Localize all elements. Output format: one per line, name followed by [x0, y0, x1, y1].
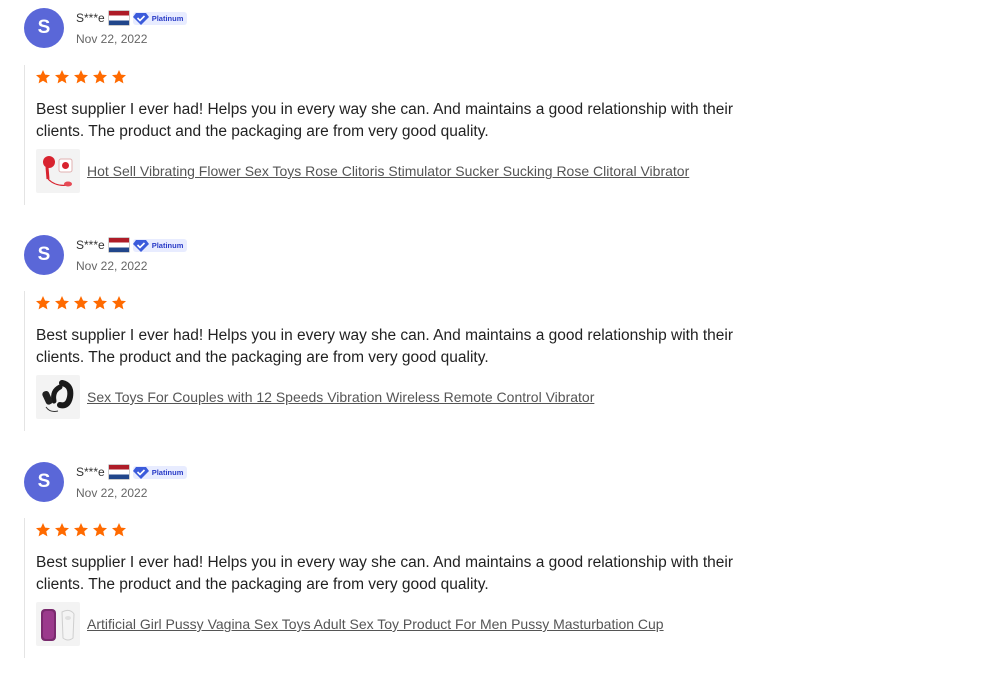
star-icon — [55, 296, 69, 310]
review-body: Best supplier I ever had! Helps you in e… — [24, 518, 765, 658]
star-rating — [35, 295, 130, 311]
star-rating — [35, 69, 130, 85]
star-icon — [93, 70, 107, 84]
star-icon — [112, 70, 126, 84]
avatar: S — [24, 235, 64, 275]
review-text: Best supplier I ever had! Helps you in e… — [36, 101, 734, 140]
star-rating — [35, 522, 130, 538]
platinum-badge: Platinum — [132, 11, 188, 25]
review-meta: S***e Platinum Nov 22, 2022 — [76, 464, 188, 500]
avatar: S — [24, 462, 64, 502]
rose-vibrator-thumb[interactable] — [36, 149, 80, 193]
platinum-badge: Platinum — [132, 465, 188, 479]
star-icon — [93, 296, 107, 310]
star-icon — [36, 296, 50, 310]
star-icon — [55, 70, 69, 84]
review-text: Best supplier I ever had! Helps you in e… — [36, 327, 734, 366]
review-date: Nov 22, 2022 — [76, 32, 148, 46]
badge-label: Platinum — [151, 467, 184, 477]
star-icon — [36, 70, 50, 84]
badge-label: Platinum — [151, 13, 184, 23]
couples-vibrator-image — [42, 380, 74, 412]
star-icon — [74, 296, 88, 310]
platinum-badge: Platinum — [132, 238, 188, 252]
star-icon — [112, 523, 126, 537]
star-icon — [55, 523, 69, 537]
star-icon — [74, 523, 88, 537]
avatar: S — [24, 8, 64, 48]
review-meta: S***e Platinum Nov 22, 2022 — [76, 10, 188, 46]
review-body: Best supplier I ever had! Helps you in e… — [24, 65, 765, 205]
product-reference[interactable]: Sex Toys For Couples with 12 Speeds Vibr… — [36, 375, 594, 419]
verified-diamond-icon — [132, 466, 149, 479]
verified-diamond-icon — [132, 12, 149, 25]
reviewer-name: S***e — [76, 238, 105, 252]
review-card: S S***e Platinum Nov 22, 2022 Best suppl… — [0, 235, 993, 435]
reviewer-name: S***e — [76, 465, 105, 479]
review-date: Nov 22, 2022 — [76, 259, 148, 273]
product-link[interactable]: Artificial Girl Pussy Vagina Sex Toys Ad… — [87, 616, 664, 632]
review-meta: S***e Platinum Nov 22, 2022 — [76, 237, 188, 273]
star-icon — [93, 523, 107, 537]
netherlands-flag-icon — [108, 465, 129, 479]
review-card: S S***e Platinum Nov 22, 2022 Best suppl… — [0, 8, 993, 208]
product-reference[interactable]: Hot Sell Vibrating Flower Sex Toys Rose … — [36, 149, 689, 193]
star-icon — [36, 523, 50, 537]
review-text: Best supplier I ever had! Helps you in e… — [36, 554, 734, 593]
masturbation-cup-thumb[interactable] — [36, 602, 80, 646]
verified-diamond-icon — [132, 239, 149, 252]
masturbation-cup-image — [41, 609, 75, 641]
review-card: S S***e Platinum Nov 22, 2022 Best suppl… — [0, 462, 993, 662]
product-link[interactable]: Hot Sell Vibrating Flower Sex Toys Rose … — [87, 163, 689, 179]
rose-vibrator-image — [43, 156, 73, 187]
badge-label: Platinum — [151, 240, 184, 250]
product-reference[interactable]: Artificial Girl Pussy Vagina Sex Toys Ad… — [36, 602, 664, 646]
star-icon — [74, 70, 88, 84]
reviewer-name: S***e — [76, 11, 105, 25]
review-body: Best supplier I ever had! Helps you in e… — [24, 291, 765, 431]
couples-vibrator-thumb[interactable] — [36, 375, 80, 419]
review-date: Nov 22, 2022 — [76, 486, 148, 500]
netherlands-flag-icon — [108, 238, 129, 252]
star-icon — [112, 296, 126, 310]
netherlands-flag-icon — [108, 11, 129, 25]
product-link[interactable]: Sex Toys For Couples with 12 Speeds Vibr… — [87, 389, 594, 405]
